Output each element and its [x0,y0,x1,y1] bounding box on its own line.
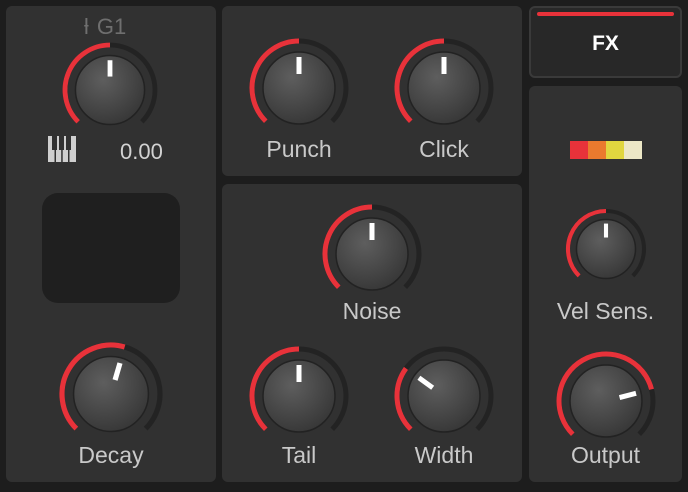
vel-sens-label: Vel Sens. [556,298,655,324]
punch-knob[interactable] [249,38,349,138]
tail-knob[interactable] [249,346,349,446]
knob-graphic [62,42,158,126]
output-panel: Vel Sens. Output [529,86,682,482]
note-marker-icon: ƚ [84,14,89,39]
knob-graphic [565,208,647,280]
drum-synth-ui: ƚ G1 0.00 Decay Punch Click Noise Tail W… [0,0,688,492]
decay-label: Decay [78,442,144,468]
knob-graphic [249,38,349,125]
output-label: Output [570,442,641,468]
velocity-indicator [570,141,642,159]
output-knob[interactable] [556,351,656,451]
width-label: Width [414,442,474,468]
knob-graphic [394,38,494,125]
velocity-segment-2 [588,141,606,159]
vel-sens-knob[interactable] [565,208,647,290]
tail-label: Tail [281,442,317,468]
knob-body [72,355,150,433]
knob-body [407,359,481,433]
decay-knob[interactable] [59,342,163,446]
knob-graphic [556,351,656,438]
velocity-segment-1 [570,141,588,159]
knob-body [569,364,643,438]
velocity-segment-4 [624,141,642,159]
noise-label: Noise [342,298,402,324]
fx-button[interactable]: FX [529,6,682,78]
trigger-pad[interactable] [42,193,180,303]
click-label: Click [419,136,469,162]
note-display: ƚ G1 [84,14,126,40]
tune-knob[interactable] [62,42,158,138]
knob-graphic [322,204,422,291]
punch-label: Punch [266,136,332,162]
knob-graphic [59,342,163,433]
punch-click-panel: Punch Click [222,6,522,176]
velocity-segment-3 [606,141,624,159]
tuning-panel: ƚ G1 0.00 Decay [6,6,216,482]
knob-graphic [249,346,349,433]
fx-active-indicator [537,12,674,16]
noise-knob[interactable] [322,204,422,304]
click-knob[interactable] [394,38,494,138]
keyboard-icon[interactable] [48,136,76,167]
knob-graphic [394,346,494,433]
width-knob[interactable] [394,346,494,446]
tune-value: 0.00 [120,139,163,164]
noise-panel: Noise Tail Width [222,184,522,482]
note-label: G1 [96,14,127,39]
fx-label: FX [592,32,619,55]
